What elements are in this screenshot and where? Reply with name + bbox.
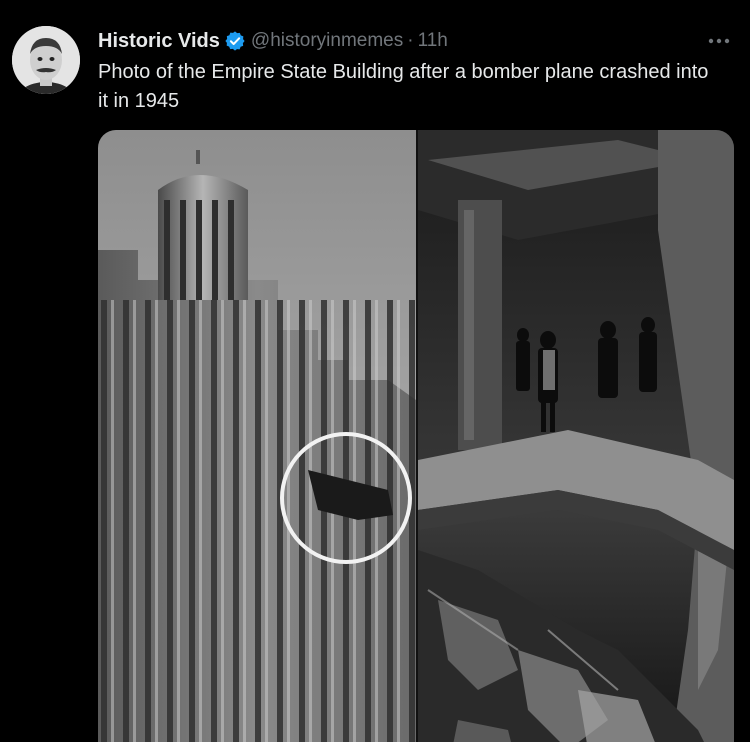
timestamp[interactable]: 11h xyxy=(418,30,448,52)
separator-dot: · xyxy=(407,30,414,51)
tweet-header: Historic Vids @historyinmemes · 11h xyxy=(98,26,448,56)
display-name[interactable]: Historic Vids xyxy=(98,30,220,53)
empire-state-building-exterior-photo xyxy=(98,130,416,742)
crash-damage-interior-photo xyxy=(418,130,734,742)
tweet-media[interactable] xyxy=(98,130,734,742)
avatar-portrait-icon xyxy=(12,26,80,94)
verified-badge-icon[interactable] xyxy=(224,30,246,52)
tweet[interactable]: Historic Vids @historyinmemes · 11h Phot… xyxy=(0,0,750,742)
tweet-text: Photo of the Empire State Building after… xyxy=(98,61,709,112)
avatar[interactable] xyxy=(12,26,80,94)
user-handle[interactable]: @historyinmemes xyxy=(251,30,403,52)
more-dots-icon xyxy=(708,38,730,44)
more-options-button[interactable] xyxy=(702,28,736,54)
